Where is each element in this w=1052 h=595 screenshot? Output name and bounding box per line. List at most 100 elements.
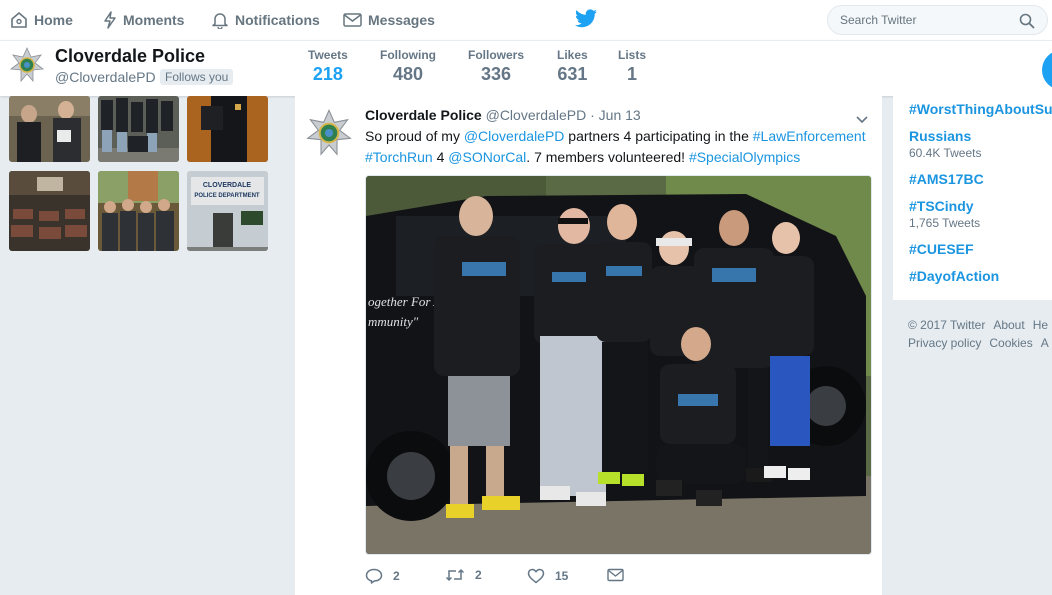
stat-lists-value: 1 [627, 64, 638, 84]
hashtag-link[interactable]: #SpecialOlympics [689, 149, 800, 165]
trend-item[interactable]: #TSCindy 1,765 Tweets [909, 198, 980, 230]
tweet-text-part: partners 4 participating in the [564, 128, 753, 144]
envelope-icon [343, 13, 362, 27]
stat-likes[interactable]: Likes 631 [557, 48, 588, 85]
profile-name[interactable]: Cloverdale Police [55, 46, 205, 67]
nav-moments-label: Moments [123, 12, 185, 28]
search-placeholder: Search Twitter [840, 13, 917, 27]
trend-item[interactable]: #DayofAction [909, 268, 999, 284]
reply-button[interactable]: 2 [365, 568, 400, 584]
trend-item[interactable]: Russians 60.4K Tweets [909, 128, 982, 160]
trend-name: #WorstThingAboutSu [909, 101, 1052, 117]
sign-text-line2: POLICE DEPARTMENT [194, 193, 260, 199]
tweet-separator: · [590, 107, 595, 123]
mention-link[interactable]: @CloverdalePD [464, 128, 565, 144]
nav-messages-label: Messages [368, 12, 435, 28]
stat-tweets-value: 218 [312, 64, 343, 84]
footer-about-link[interactable]: About [993, 318, 1024, 332]
tweet-avatar[interactable] [305, 109, 353, 162]
police-star-badge-icon [306, 109, 352, 156]
footer-privacy-link[interactable]: Privacy policy [908, 336, 981, 350]
bell-icon [212, 13, 228, 29]
site-footer: © 2017 Twitter About He Privacy policy Cook… [908, 316, 1052, 352]
trend-name: #CUESEF [909, 241, 974, 257]
footer-copyright: © 2017 Twitter [908, 318, 986, 332]
nav-notifications[interactable]: Notifications [211, 0, 320, 40]
mention-link[interactable]: @SONorCal [448, 149, 526, 165]
photo-thumb-6[interactable]: CLOVERDALE POLICE DEPARTMENT [187, 171, 268, 251]
stat-lists-label: Lists [618, 48, 647, 62]
home-icon [11, 11, 27, 28]
trend-name: #DayofAction [909, 268, 1000, 284]
stat-following[interactable]: Following 480 [380, 48, 436, 85]
profile-navigation: Cloverdale Police @CloverdalePD Follows … [0, 40, 1052, 96]
tweet-author-handle[interactable]: @CloverdalePD [486, 107, 587, 123]
retweet-button[interactable]: 2 [445, 568, 482, 582]
tweet-date[interactable]: Jun 13 [599, 107, 641, 123]
trend-name: #TSCindy [909, 198, 974, 214]
trend-item[interactable]: #AMS17BC [909, 171, 984, 187]
lightning-icon [104, 11, 116, 29]
reply-count: 2 [393, 569, 400, 583]
nav-notifications-label: Notifications [235, 12, 320, 28]
retweet-icon [445, 568, 465, 582]
trend-tweet-count: 60.4K Tweets [909, 146, 982, 160]
retweet-count: 2 [475, 568, 482, 582]
photo-thumb-1[interactable] [9, 96, 90, 162]
tweet-text-part: . 7 members volunteered! [526, 149, 689, 165]
photo-thumb-5[interactable] [98, 171, 179, 251]
stat-lists[interactable]: Lists 1 [618, 48, 646, 85]
stat-tweets[interactable]: Tweets 218 [308, 48, 348, 85]
tweet-author-name[interactable]: Cloverdale Police [365, 107, 482, 123]
police-star-badge-icon [9, 47, 45, 83]
stat-following-value: 480 [392, 64, 424, 84]
chevron-down-icon [856, 116, 868, 124]
tweet-photo[interactable]: ogether For Ammunity" [365, 175, 872, 555]
photo-thumb-4[interactable] [9, 171, 90, 251]
photo-thumb-3[interactable] [187, 96, 268, 162]
twitter-bird-icon [575, 9, 597, 28]
search-icon[interactable] [1019, 13, 1035, 29]
hashtag-link[interactable]: #TorchRun [365, 149, 433, 165]
envelope-icon [607, 568, 624, 582]
trend-name: Russians [909, 128, 972, 144]
follows-you-badge: Follows you [160, 69, 234, 85]
nav-moments[interactable]: Moments [103, 0, 184, 40]
photo-thumb-2[interactable] [98, 96, 179, 162]
nav-home-label: Home [34, 12, 73, 28]
nav-home[interactable]: Home [10, 0, 73, 40]
stat-followers[interactable]: Followers 336 [468, 48, 524, 85]
trends-panel: #WorstThingAboutSu Russians 60.4K Tweets… [893, 96, 1052, 300]
search-box[interactable]: Search Twitter [827, 5, 1048, 35]
trend-name: #AMS17BC [909, 171, 984, 187]
heart-icon [527, 568, 545, 584]
tweet-card[interactable]: Cloverdale Police @CloverdalePD · Jun 13… [295, 96, 882, 595]
tweet-header: Cloverdale Police @CloverdalePD · Jun 13 [365, 107, 641, 123]
footer-help-link[interactable]: He [1033, 318, 1048, 332]
nav-messages[interactable]: Messages [343, 0, 435, 40]
trend-item[interactable]: #CUESEF [909, 241, 974, 257]
tweet-text-part: 4 [432, 149, 449, 165]
like-count: 15 [555, 569, 569, 583]
trend-item[interactable]: #WorstThingAboutSu [909, 101, 1052, 117]
stat-followers-value: 336 [480, 64, 512, 84]
top-navigation: Home Moments Notifications Messages Sear… [0, 0, 1052, 40]
sign-text-line1: CLOVERDALE [203, 182, 252, 189]
tweet-text-part: So proud of my [365, 128, 464, 144]
hashtag-link[interactable]: #LawEnforcement [753, 128, 866, 144]
trend-tweet-count: 1,765 Tweets [909, 216, 981, 230]
reply-icon [365, 568, 383, 584]
stat-followers-label: Followers [468, 48, 525, 62]
stat-likes-label: Likes [557, 48, 588, 62]
footer-cookies-link[interactable]: Cookies [989, 336, 1032, 350]
direct-message-button[interactable] [607, 568, 634, 582]
stat-following-label: Following [380, 48, 436, 62]
like-button[interactable]: 15 [527, 568, 568, 584]
tweet-text: So proud of my @CloverdalePD partners 4 … [365, 126, 875, 168]
twitter-logo[interactable] [575, 9, 597, 33]
stat-likes-value: 631 [557, 64, 588, 84]
profile-avatar[interactable] [9, 47, 45, 88]
footer-ads-link[interactable]: A [1041, 336, 1049, 350]
stat-tweets-label: Tweets [308, 48, 348, 62]
profile-handle[interactable]: @CloverdalePD [55, 69, 156, 85]
